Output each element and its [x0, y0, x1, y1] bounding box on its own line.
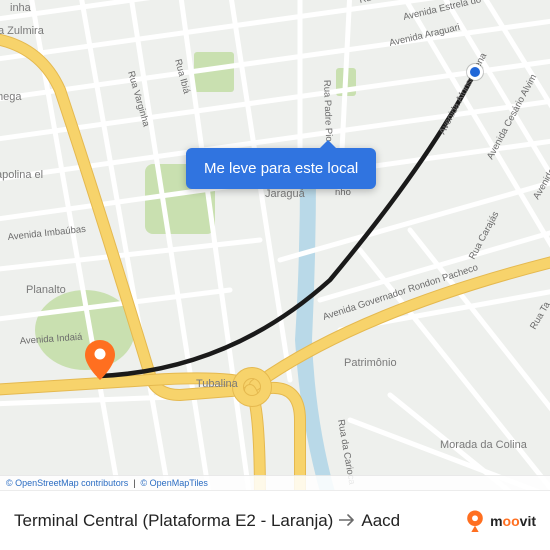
moovit-logo-icon [464, 510, 486, 532]
moovit-logo[interactable]: moovit [464, 510, 536, 532]
district-label: Planalto [26, 284, 66, 296]
moovit-logo-text: moovit [490, 513, 536, 529]
street-label: Rua Ta [528, 299, 550, 331]
osm-attribution-link[interactable]: © OpenStreetMap contributors [6, 478, 128, 488]
route-title: Terminal Central (Plataforma E2 - Laranj… [14, 511, 464, 531]
arrow-right-icon [339, 511, 355, 531]
district-label: apolina el [0, 169, 43, 181]
take-me-there-tooltip[interactable]: Me leve para este local [186, 148, 376, 189]
tiles-attribution-link[interactable]: © OpenMapTiles [141, 478, 208, 488]
street-label: Rua Padre Pio [321, 80, 334, 142]
district-label: inha [10, 2, 32, 14]
pin-icon [85, 340, 115, 380]
route-end-pin[interactable] [85, 340, 115, 380]
route-start-marker[interactable] [467, 64, 483, 80]
footer-bar: Terminal Central (Plataforma E2 - Laranj… [0, 490, 550, 550]
tooltip-text: Me leve para este local [204, 160, 358, 177]
route-origin: Terminal Central (Plataforma E2 - Laranj… [14, 511, 333, 531]
map-attribution: © OpenStreetMap contributors | © OpenMap… [0, 475, 550, 490]
district-label: a Zulmira [0, 25, 45, 37]
district-label: Morada da Colina [440, 439, 528, 451]
district-label: mega [0, 91, 22, 103]
district-label: Jaraguá [265, 188, 306, 200]
map-viewport[interactable]: a Zulmira inha mega apolina el Planalto … [0, 0, 550, 490]
district-label: Patrimônio [344, 357, 397, 369]
route-destination: Aacd [361, 511, 400, 531]
street-label: Avenida Estrela do [402, 0, 482, 23]
district-label: Tubalina [196, 378, 239, 390]
